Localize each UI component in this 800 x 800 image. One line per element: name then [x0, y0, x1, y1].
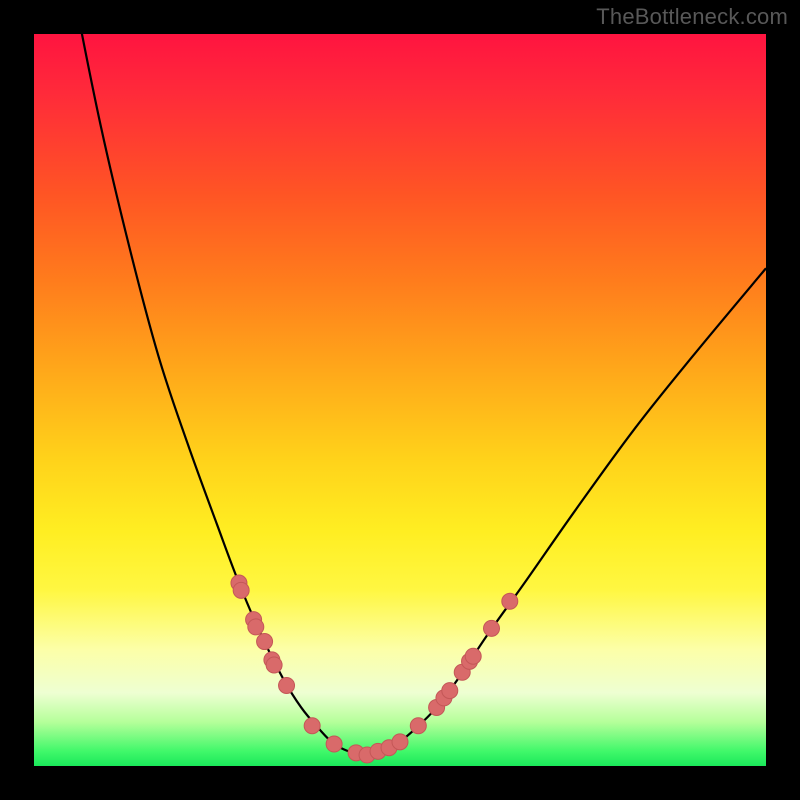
data-marker [326, 736, 342, 752]
bottleneck-curve [34, 0, 766, 755]
data-marker [266, 657, 282, 673]
data-marker [304, 718, 320, 734]
data-marker [279, 677, 295, 693]
data-marker [257, 634, 273, 650]
chart-frame: TheBottleneck.com [0, 0, 800, 800]
plot-area [34, 34, 766, 766]
data-marker [248, 619, 264, 635]
data-marker [484, 620, 500, 636]
chart-svg [34, 34, 766, 766]
data-marker [392, 734, 408, 750]
watermark-text: TheBottleneck.com [596, 4, 788, 30]
data-marker [502, 593, 518, 609]
data-marker [410, 718, 426, 734]
data-marker [465, 648, 481, 664]
data-marker [442, 683, 458, 699]
data-marker [233, 582, 249, 598]
